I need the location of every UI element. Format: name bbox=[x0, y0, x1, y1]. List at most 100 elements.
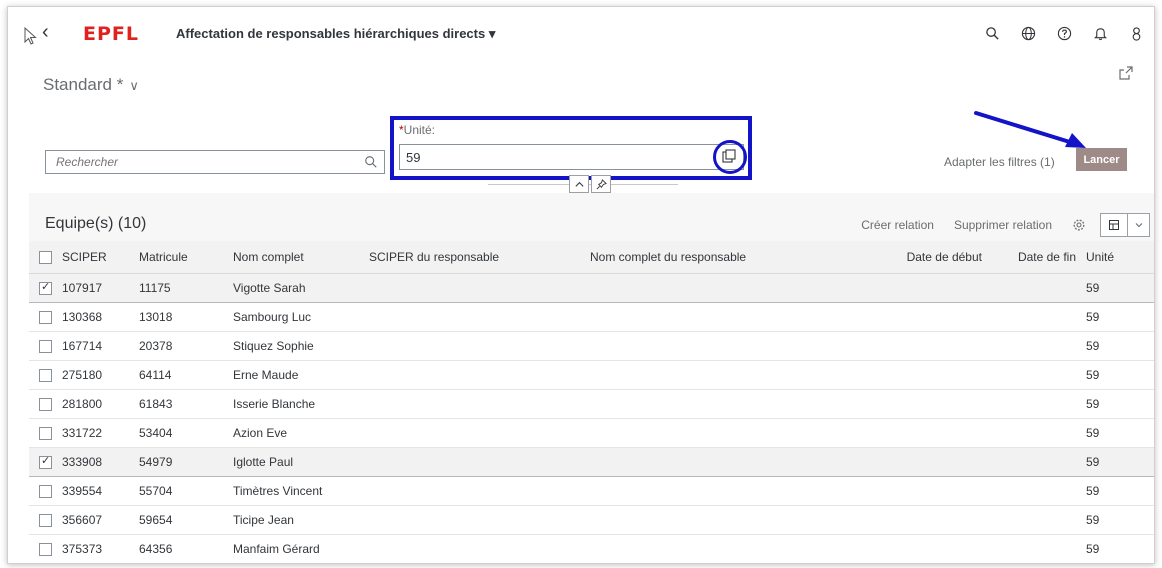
pin-header-button[interactable] bbox=[591, 175, 611, 193]
column-header-nom-responsable[interactable]: Nom complet du responsable bbox=[590, 241, 790, 274]
cell-sciper: 333908 bbox=[62, 447, 139, 477]
row-checkbox[interactable] bbox=[39, 397, 52, 411]
row-checkbox[interactable] bbox=[39, 484, 52, 498]
cell-date-debut bbox=[790, 331, 992, 361]
row-select-cell[interactable] bbox=[29, 302, 62, 332]
gear-icon[interactable] bbox=[1072, 218, 1086, 232]
cell-nom-responsable bbox=[590, 273, 790, 303]
row-checkbox[interactable] bbox=[39, 426, 52, 440]
table-row[interactable]: 33390854979Iglotte Paul 59 bbox=[29, 447, 1154, 477]
app-title-menu[interactable]: Affectation de responsables hiérarchique… bbox=[176, 26, 495, 42]
cell-sciper-responsable bbox=[369, 418, 590, 448]
cell-nom-responsable bbox=[590, 534, 790, 563]
cell-date-fin bbox=[992, 331, 1086, 361]
delete-relation-button[interactable]: Supprimer relation bbox=[954, 218, 1052, 232]
search-icon[interactable] bbox=[364, 155, 378, 169]
row-checkbox[interactable] bbox=[39, 339, 52, 353]
row-checkbox[interactable] bbox=[39, 280, 52, 295]
row-select-cell[interactable] bbox=[29, 534, 62, 563]
cell-unite: 59 bbox=[1086, 505, 1154, 535]
annotation-arrow-icon bbox=[974, 111, 1086, 148]
row-select-cell[interactable] bbox=[29, 505, 62, 535]
cell-unite: 59 bbox=[1086, 302, 1154, 332]
app-window: ‹ EPFL Affectation de responsables hiéra… bbox=[7, 6, 1155, 564]
select-all-cell[interactable] bbox=[29, 241, 62, 274]
help-icon[interactable] bbox=[1046, 23, 1082, 43]
cell-sciper-responsable bbox=[369, 476, 590, 506]
cell-nom-complet: Ticipe Jean bbox=[233, 505, 369, 535]
cell-matricule: 64356 bbox=[139, 534, 233, 563]
cell-date-debut bbox=[790, 505, 992, 535]
cell-date-fin bbox=[992, 505, 1086, 535]
row-select-cell[interactable] bbox=[29, 418, 62, 448]
select-all-checkbox[interactable] bbox=[39, 250, 52, 264]
cell-date-fin bbox=[992, 418, 1086, 448]
row-checkbox[interactable] bbox=[39, 513, 52, 527]
table-row[interactable]: 281800 61843 Isserie Blanche 59 bbox=[29, 389, 1154, 419]
cell-nom-complet: Stiquez Sophie bbox=[233, 331, 369, 361]
cell-unite: 59 bbox=[1086, 476, 1154, 506]
column-header-date-debut[interactable]: Date de début bbox=[790, 241, 992, 274]
back-icon[interactable]: ‹ bbox=[42, 21, 49, 44]
cell-nom-complet: Erne Maude bbox=[233, 360, 369, 390]
cell-matricule: 11175 bbox=[139, 273, 233, 303]
cell-nom-complet: Azion Eve bbox=[233, 418, 369, 448]
epfl-logo[interactable]: EPFL bbox=[83, 23, 139, 45]
export-options-button[interactable] bbox=[1127, 214, 1149, 236]
row-checkbox[interactable] bbox=[39, 368, 52, 382]
collapse-header-button[interactable] bbox=[569, 175, 589, 193]
cell-sciper: 331722 bbox=[62, 418, 139, 448]
bell-icon[interactable] bbox=[1082, 23, 1118, 43]
table-row[interactable]: 130368 13018 Sambourg Luc 59 bbox=[29, 302, 1154, 332]
search-input[interactable] bbox=[56, 155, 356, 169]
cell-nom-responsable bbox=[590, 418, 790, 448]
column-header-sciper-responsable[interactable]: SCIPER du responsable bbox=[369, 241, 590, 274]
cell-matricule: 59654 bbox=[139, 505, 233, 535]
cell-date-debut bbox=[790, 360, 992, 390]
cell-matricule: 64114 bbox=[139, 360, 233, 390]
cell-date-fin bbox=[992, 302, 1086, 332]
column-header-nom-complet[interactable]: Nom complet bbox=[233, 241, 369, 274]
column-header-sciper[interactable]: SCIPER bbox=[62, 241, 139, 274]
column-header-unite[interactable]: Unité bbox=[1086, 241, 1154, 274]
variant-selector[interactable]: Standard * ∨ bbox=[43, 75, 139, 95]
row-select-cell[interactable] bbox=[29, 389, 62, 419]
search-icon[interactable] bbox=[974, 23, 1010, 43]
cell-sciper-responsable bbox=[369, 505, 590, 535]
value-help-icon[interactable] bbox=[722, 149, 736, 163]
create-relation-button[interactable]: Créer relation bbox=[861, 218, 934, 232]
column-header-matricule[interactable]: Matricule bbox=[139, 241, 233, 274]
cell-unite: 59 bbox=[1086, 389, 1154, 419]
unit-input[interactable] bbox=[406, 149, 706, 165]
row-checkbox[interactable] bbox=[39, 454, 52, 469]
row-checkbox[interactable] bbox=[39, 310, 52, 324]
row-select-cell[interactable] bbox=[29, 447, 62, 477]
table-row[interactable]: 167714 20378 Stiquez Sophie 59 bbox=[29, 331, 1154, 361]
row-select-cell[interactable] bbox=[29, 331, 62, 361]
unit-field[interactable] bbox=[399, 144, 744, 170]
user-icon[interactable] bbox=[1118, 23, 1154, 43]
export-button[interactable] bbox=[1101, 214, 1127, 236]
share-icon[interactable] bbox=[1118, 65, 1134, 81]
table-row[interactable]: 275180 64114 Erne Maude 59 bbox=[29, 360, 1154, 390]
table-row[interactable]: 356607 59654 Ticipe Jean 59 bbox=[29, 505, 1154, 535]
column-header-date-fin[interactable]: Date de fin bbox=[992, 241, 1086, 274]
cell-sciper: 356607 bbox=[62, 505, 139, 535]
chevron-down-icon bbox=[1135, 223, 1142, 228]
cell-date-debut bbox=[790, 418, 992, 448]
cell-date-fin bbox=[992, 534, 1086, 563]
pin-icon bbox=[596, 178, 607, 189]
row-select-cell[interactable] bbox=[29, 476, 62, 506]
search-field[interactable] bbox=[45, 150, 385, 174]
table-row[interactable]: 375373 64356 Manfaim Gérard 59 bbox=[29, 534, 1154, 563]
cell-matricule: 55704 bbox=[139, 476, 233, 506]
row-select-cell[interactable] bbox=[29, 273, 62, 303]
table-row[interactable]: 10791711175Vigotte Sarah 59 bbox=[29, 273, 1154, 303]
globe-icon[interactable] bbox=[1010, 23, 1046, 43]
table-row[interactable]: 331722 53404 Azion Eve 59 bbox=[29, 418, 1154, 448]
row-select-cell[interactable] bbox=[29, 360, 62, 390]
adapt-filters-link[interactable]: Adapter les filtres (1) bbox=[944, 155, 1055, 169]
export-menu-button[interactable] bbox=[1100, 213, 1150, 237]
row-checkbox[interactable] bbox=[39, 542, 52, 556]
table-row[interactable]: 339554 55704 Timètres Vincent 59 bbox=[29, 476, 1154, 506]
